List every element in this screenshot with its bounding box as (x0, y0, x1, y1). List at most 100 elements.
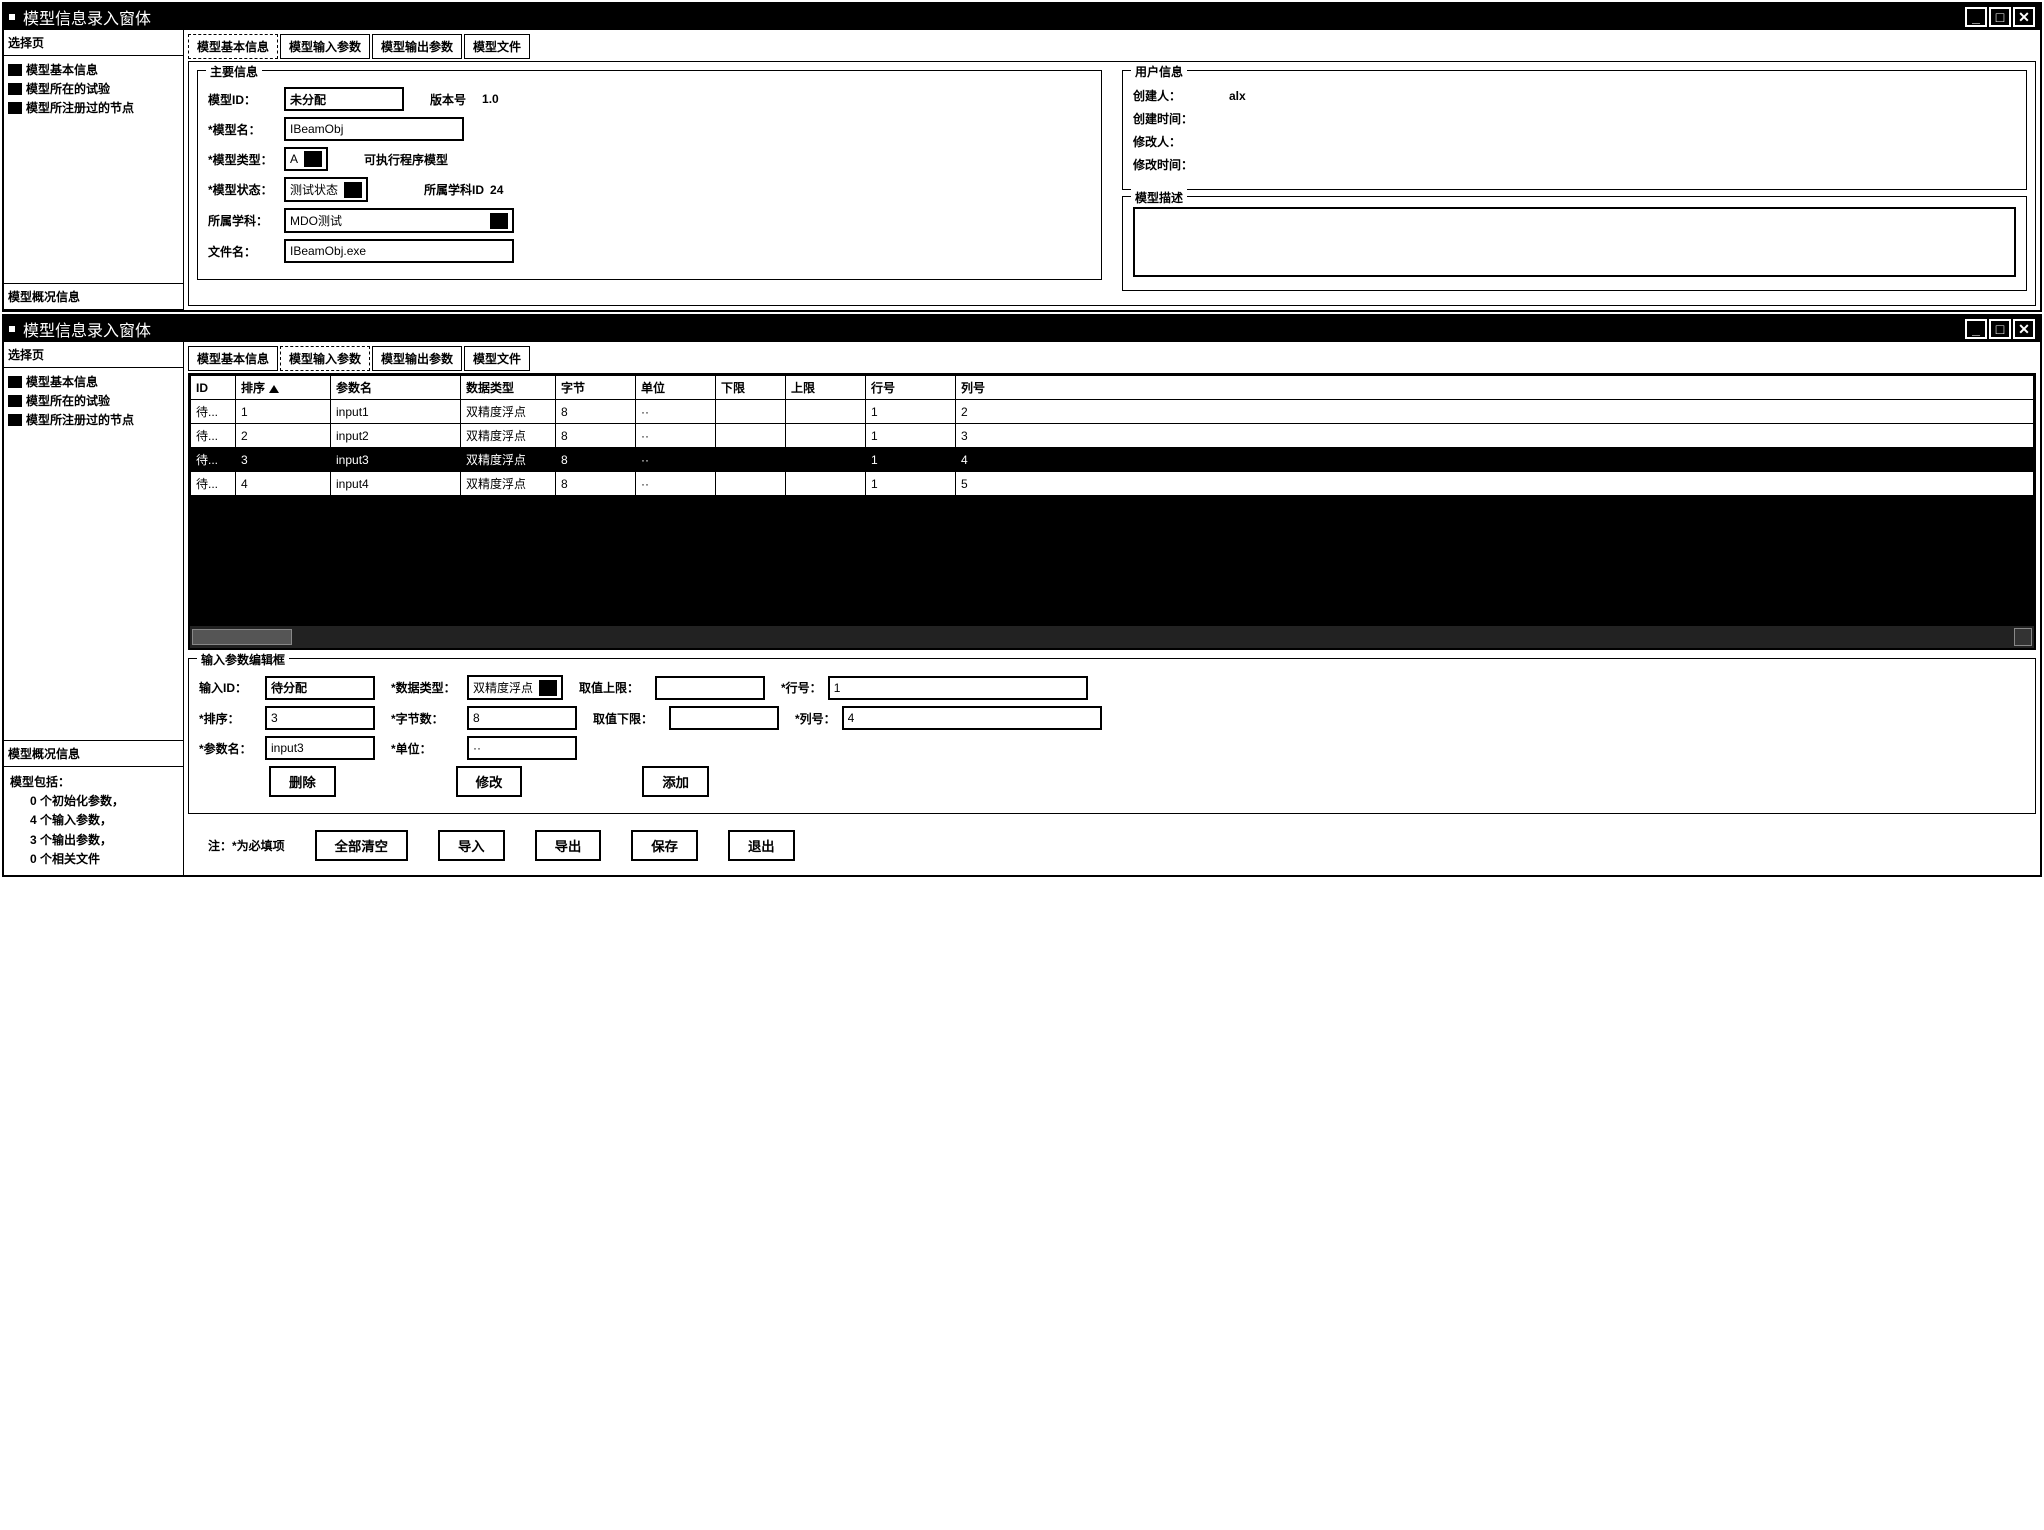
lower-field[interactable] (669, 706, 779, 730)
app-icon (9, 14, 15, 20)
grid-header-row: ID 排序 参数名 数据类型 字节 单位 下限 上限 行号 列号 (191, 376, 2034, 400)
tab-model-files[interactable]: 模型文件 (464, 34, 530, 59)
tab-input-params[interactable]: 模型输入参数 (280, 34, 370, 59)
colnum-field[interactable] (842, 706, 1102, 730)
param-grid: ID 排序 参数名 数据类型 字节 单位 下限 上限 行号 列号 待...1in (188, 373, 2036, 650)
minimize-button[interactable]: _ (1965, 319, 1987, 339)
desc-fieldset: 模型描述 (1122, 196, 2027, 291)
tab-output-params[interactable]: 模型输出参数 (372, 34, 462, 59)
sidebar-status-header: 模型概况信息 (4, 741, 183, 767)
export-button[interactable]: 导出 (535, 830, 602, 861)
subject-select[interactable]: MDO测试 (284, 208, 514, 233)
sort-field[interactable] (265, 706, 375, 730)
col-low[interactable]: 下限 (716, 376, 786, 400)
status-init-count: 0 个初始化参数， (10, 792, 177, 811)
tree-item-nodes[interactable]: 模型所注册过的节点 (8, 98, 179, 117)
col-bytes[interactable]: 字节 (556, 376, 636, 400)
model-id-field[interactable] (284, 87, 404, 111)
tabs: 模型基本信息 模型输入参数 模型输出参数 模型文件 (188, 346, 2036, 371)
dtype-select[interactable]: 双精度浮点 (467, 675, 563, 700)
maximize-button[interactable]: □ (1989, 319, 2011, 339)
table-row[interactable]: 待...2input2双精度浮点8··13 (191, 424, 2034, 448)
window-input-params: 模型信息录入窗体 _ □ ✕ 选择页 模型基本信息 模型所在的试验 模型所注册过… (2, 314, 2042, 877)
col-high[interactable]: 上限 (786, 376, 866, 400)
tab-input-params[interactable]: 模型输入参数 (280, 346, 370, 371)
pname-field[interactable] (265, 736, 375, 760)
tree-item-basic[interactable]: 模型基本信息 (8, 372, 179, 391)
clear-all-button[interactable]: 全部清空 (315, 830, 408, 861)
titlebar: 模型信息录入窗体 _ □ ✕ (4, 4, 2040, 30)
delete-button[interactable]: 删除 (269, 766, 336, 797)
upper-field[interactable] (655, 676, 765, 700)
table-row[interactable]: 待...1input1双精度浮点8··12 (191, 400, 2034, 424)
tab-basic-info[interactable]: 模型基本信息 (188, 346, 278, 371)
model-status-select[interactable]: 测试状态 (284, 177, 368, 202)
sidebar-tree: 模型基本信息 模型所在的试验 模型所注册过的节点 (4, 368, 183, 741)
dropdown-icon (539, 680, 557, 696)
subject-id-value: 24 (490, 183, 503, 197)
document-icon (8, 64, 22, 76)
close-button[interactable]: ✕ (2013, 7, 2035, 27)
document-icon (8, 83, 22, 95)
col-unit[interactable]: 单位 (636, 376, 716, 400)
col-name[interactable]: 参数名 (331, 376, 461, 400)
col-col[interactable]: 列号 (956, 376, 2034, 400)
version-value: 1.0 (482, 92, 499, 106)
exit-button[interactable]: 退出 (728, 830, 795, 861)
save-button[interactable]: 保存 (631, 830, 698, 861)
titlebar: 模型信息录入窗体 _ □ ✕ (4, 316, 2040, 342)
col-dtype[interactable]: 数据类型 (461, 376, 556, 400)
tree-item-experiment[interactable]: 模型所在的试验 (8, 79, 179, 98)
status-file-count: 0 个相关文件 (10, 850, 177, 869)
document-icon (8, 376, 22, 388)
window-title: 模型信息录入窗体 (23, 5, 1963, 29)
table-row[interactable]: 待...3input3双精度浮点8··14 (191, 448, 2034, 472)
model-name-field[interactable] (284, 117, 464, 141)
tab-model-files[interactable]: 模型文件 (464, 346, 530, 371)
dropdown-icon (344, 182, 362, 198)
tree-item-basic[interactable]: 模型基本信息 (8, 60, 179, 79)
window-title: 模型信息录入窗体 (23, 317, 1963, 341)
window-basic-info: 模型信息录入窗体 _ □ ✕ 选择页 模型基本信息 模型所在的试验 模型所注册过… (2, 2, 2042, 312)
sidebar-header: 选择页 (4, 30, 183, 56)
table-row[interactable]: 待...4input4双精度浮点8··15 (191, 472, 2034, 496)
col-sort[interactable]: 排序 (236, 376, 331, 400)
status-output-count: 3 个输出参数， (10, 831, 177, 850)
model-type-select[interactable]: A (284, 147, 328, 171)
unit-field[interactable] (467, 736, 577, 760)
sidebar-header: 选择页 (4, 342, 183, 368)
bytes-field[interactable] (467, 706, 577, 730)
horizontal-scrollbar[interactable] (190, 626, 2034, 648)
tabs: 模型基本信息 模型输入参数 模型输出参数 模型文件 (188, 34, 2036, 59)
document-icon (8, 102, 22, 114)
filename-field[interactable] (284, 239, 514, 263)
description-field[interactable] (1133, 207, 2016, 277)
scrollbar-right-button[interactable] (2014, 628, 2032, 646)
required-note: 注：*为必填项 (208, 837, 285, 854)
col-row[interactable]: 行号 (866, 376, 956, 400)
sidebar-status-header: 模型概况信息 (4, 284, 183, 310)
dropdown-icon (490, 213, 508, 229)
modify-button[interactable]: 修改 (456, 766, 523, 797)
tree-item-experiment[interactable]: 模型所在的试验 (8, 391, 179, 410)
tab-basic-info[interactable]: 模型基本信息 (188, 34, 278, 59)
tab-output-params[interactable]: 模型输出参数 (372, 346, 462, 371)
app-icon (9, 326, 15, 332)
input-id-field[interactable] (265, 676, 375, 700)
col-id[interactable]: ID (191, 376, 236, 400)
maximize-button[interactable]: □ (1989, 7, 2011, 27)
sort-asc-icon (269, 385, 279, 393)
basic-panel: 主要信息 模型ID： 版本号 1.0 *模型名： (188, 61, 2036, 306)
sidebar-status-content: 模型包括： 0 个初始化参数， 4 个输入参数， 3 个输出参数， 0 个相关文… (4, 767, 183, 875)
rownum-field[interactable] (828, 676, 1088, 700)
edit-box: 输入参数编辑框 输入ID： *数据类型：双精度浮点 取值上限： *行号： *排序… (188, 658, 2036, 814)
footer: 注：*为必填项 全部清空 导入 导出 保存 退出 (188, 820, 2036, 871)
tree-item-nodes[interactable]: 模型所注册过的节点 (8, 410, 179, 429)
import-button[interactable]: 导入 (438, 830, 505, 861)
close-button[interactable]: ✕ (2013, 319, 2035, 339)
user-info-fieldset: 用户信息 创建人：alx 创建时间： 修改人： 修改时间： (1122, 70, 2027, 190)
minimize-button[interactable]: _ (1965, 7, 1987, 27)
add-button[interactable]: 添加 (642, 766, 709, 797)
document-icon (8, 414, 22, 426)
scrollbar-thumb[interactable] (192, 629, 292, 645)
